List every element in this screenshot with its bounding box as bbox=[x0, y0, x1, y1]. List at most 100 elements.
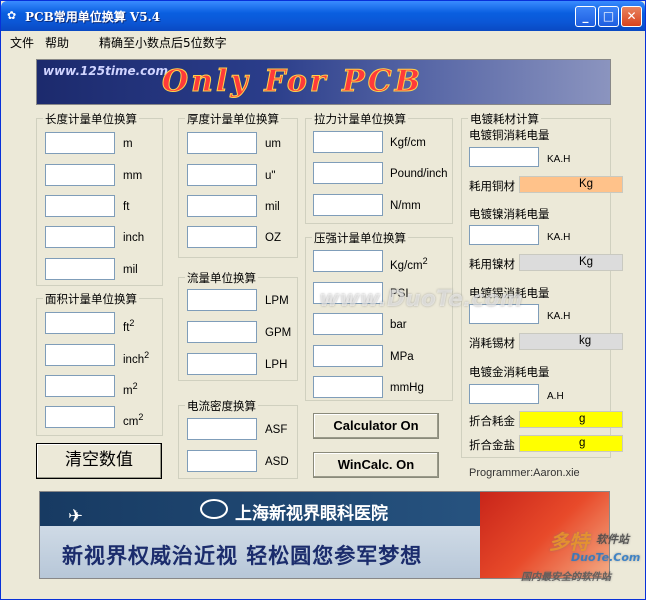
area-unit-ft2: ft2 bbox=[123, 318, 135, 334]
bottom-banner[interactable]: ✈ 上海新视界眼科医院 新视界权威治近视 轻松圆您参军梦想 bbox=[39, 491, 610, 579]
thickness-unit-uinch: u" bbox=[265, 170, 276, 182]
thickness-oz-input[interactable] bbox=[187, 226, 257, 248]
length-unit-ft: ft bbox=[123, 201, 130, 213]
length-unit-mil: mil bbox=[123, 264, 138, 276]
airplane-icon: ✈ bbox=[68, 506, 84, 527]
tension-unit-nmm: N/mm bbox=[390, 200, 421, 212]
copper-material-output bbox=[519, 176, 623, 193]
tension-group: 拉力计量单位换算 Kgf/cm Pound/inch N/mm bbox=[305, 111, 453, 224]
gold-charge-input[interactable] bbox=[469, 384, 539, 404]
pressure-mpa-input[interactable] bbox=[313, 345, 383, 367]
length-group: 长度计量单位换算 m mm ft inch mil bbox=[36, 111, 163, 286]
corner-watermark-url: DuoTe.Com bbox=[571, 551, 641, 564]
length-inch-input[interactable] bbox=[45, 226, 115, 248]
area-cm2-input[interactable] bbox=[45, 406, 115, 428]
hospital-slogan: 新视界权威治近视 轻松圆您参军梦想 bbox=[62, 543, 423, 568]
area-unit-inch2: inch2 bbox=[123, 350, 150, 366]
copper-charge-input[interactable] bbox=[469, 147, 539, 167]
length-ft-input[interactable] bbox=[45, 195, 115, 217]
current-density-unit-asd: ASD bbox=[265, 456, 289, 468]
length-title: 长度计量单位换算 bbox=[43, 111, 139, 127]
tension-poundinch-input[interactable] bbox=[313, 162, 383, 184]
current-density-title: 电流密度换算 bbox=[185, 398, 258, 414]
flow-lph-input[interactable] bbox=[187, 353, 257, 375]
menu-bar: 文件 帮助 精确至小数点后5位数字 bbox=[1, 31, 645, 51]
nickel-charge-unit: KA.H bbox=[547, 232, 571, 243]
length-mil-input[interactable] bbox=[45, 258, 115, 280]
thickness-uinch-input[interactable] bbox=[187, 164, 257, 186]
area-ft2-input[interactable] bbox=[45, 312, 115, 334]
tin-material-output bbox=[519, 333, 623, 350]
gold-salt-output bbox=[519, 435, 623, 452]
wincalc-on-button[interactable]: WinCalc. On bbox=[313, 452, 439, 478]
flow-gpm-input[interactable] bbox=[187, 321, 257, 343]
close-button[interactable]: ✕ bbox=[621, 6, 642, 27]
gold-salt-unit: g bbox=[579, 437, 586, 449]
copper-material-label: 耗用铜材 bbox=[469, 179, 515, 193]
pressure-unit-kgcm2: Kg/cm2 bbox=[390, 256, 428, 272]
current-density-asf-input[interactable] bbox=[187, 418, 257, 440]
hospital-logo-icon bbox=[200, 499, 228, 519]
clear-values-button[interactable]: 清空数值 bbox=[36, 443, 162, 479]
length-mm-input[interactable] bbox=[45, 164, 115, 186]
app-window: ✿ PCB常用单位换算 V5.4 _ □ ✕ 文件 帮助 精确至小数点后5位数字… bbox=[0, 0, 646, 600]
title-bar[interactable]: ✿ PCB常用单位换算 V5.4 _ □ ✕ bbox=[1, 1, 645, 31]
tension-nmm-input[interactable] bbox=[313, 194, 383, 216]
flow-group: 流量单位换算 LPM GPM LPH bbox=[178, 270, 298, 381]
area-inch2-input[interactable] bbox=[45, 344, 115, 366]
thickness-um-input[interactable] bbox=[187, 132, 257, 154]
banner-slogan: Only For PCB bbox=[162, 64, 423, 100]
pressure-unit-mmhg: mmHg bbox=[390, 382, 424, 394]
thickness-unit-mil: mil bbox=[265, 201, 280, 213]
length-m-input[interactable] bbox=[45, 132, 115, 154]
current-density-unit-asf: ASF bbox=[265, 424, 288, 436]
corner-watermark-bottom: 国内最安全的软件站 bbox=[521, 572, 611, 583]
nickel-charge-input[interactable] bbox=[469, 225, 539, 245]
copper-charge-label: 电镀铜消耗电量 bbox=[469, 128, 550, 142]
duote-watermark: www.DuoTe.com bbox=[319, 287, 523, 312]
length-unit-inch: inch bbox=[123, 232, 145, 244]
plating-title: 电镀耗材计算 bbox=[468, 111, 541, 127]
copper-material-unit: Kg bbox=[579, 178, 594, 190]
tin-charge-unit: KA.H bbox=[547, 311, 571, 322]
pressure-kgcm2-input[interactable] bbox=[313, 250, 383, 272]
copper-charge-unit: KA.H bbox=[547, 154, 571, 165]
area-unit-cm2: cm2 bbox=[123, 412, 144, 428]
thickness-mil-input[interactable] bbox=[187, 195, 257, 217]
gold-salt-label: 折合金盐 bbox=[469, 438, 515, 452]
gold-charge-label: 电镀金消耗电量 bbox=[469, 365, 550, 379]
gold-charge-unit: A.H bbox=[547, 391, 564, 402]
tension-unit-kgfcm: Kgf/cm bbox=[390, 137, 426, 149]
programmer-credit: Programmer:Aaron.xie bbox=[469, 467, 580, 479]
minimize-button[interactable]: _ bbox=[575, 6, 596, 27]
banner-url: www.125time.com bbox=[43, 64, 169, 78]
current-density-asd-input[interactable] bbox=[187, 450, 257, 472]
pressure-title: 压强计量单位换算 bbox=[312, 230, 408, 246]
gold-consumed-unit: g bbox=[579, 413, 586, 425]
tension-kgfcm-input[interactable] bbox=[313, 131, 383, 153]
pressure-unit-mpa: MPa bbox=[390, 351, 414, 363]
tin-material-label: 消耗锡材 bbox=[469, 336, 515, 350]
hospital-name: 上海新视界眼科医院 bbox=[235, 504, 388, 524]
window-title: PCB常用单位换算 V5.4 bbox=[25, 10, 161, 24]
calculator-on-button[interactable]: Calculator On bbox=[313, 413, 439, 439]
menu-help[interactable]: 帮助 bbox=[45, 34, 69, 51]
pressure-bar-input[interactable] bbox=[313, 313, 383, 335]
flow-lpm-input[interactable] bbox=[187, 289, 257, 311]
menu-file[interactable]: 文件 bbox=[10, 34, 34, 51]
tin-material-unit: kg bbox=[579, 335, 592, 347]
area-title: 面积计量单位换算 bbox=[43, 291, 139, 307]
thickness-group: 厚度计量单位换算 um u" mil OZ bbox=[178, 111, 298, 258]
flow-title: 流量单位换算 bbox=[185, 270, 258, 286]
app-icon: ✿ bbox=[7, 9, 17, 22]
pressure-group: 压强计量单位换算 Kg/cm2 PSI bar MPa mmHg bbox=[305, 230, 453, 401]
area-m2-input[interactable] bbox=[45, 375, 115, 397]
area-group: 面积计量单位换算 ft2 inch2 m2 cm2 bbox=[36, 291, 163, 436]
pressure-mmhg-input[interactable] bbox=[313, 376, 383, 398]
maximize-button[interactable]: □ bbox=[598, 6, 619, 27]
menu-precision[interactable]: 精确至小数点后5位数字 bbox=[99, 34, 227, 51]
flow-unit-gpm: GPM bbox=[265, 327, 292, 339]
top-banner: www.125time.com Only For PCB bbox=[36, 59, 611, 105]
flag-graphic bbox=[480, 492, 609, 578]
thickness-unit-oz: OZ bbox=[265, 232, 281, 244]
